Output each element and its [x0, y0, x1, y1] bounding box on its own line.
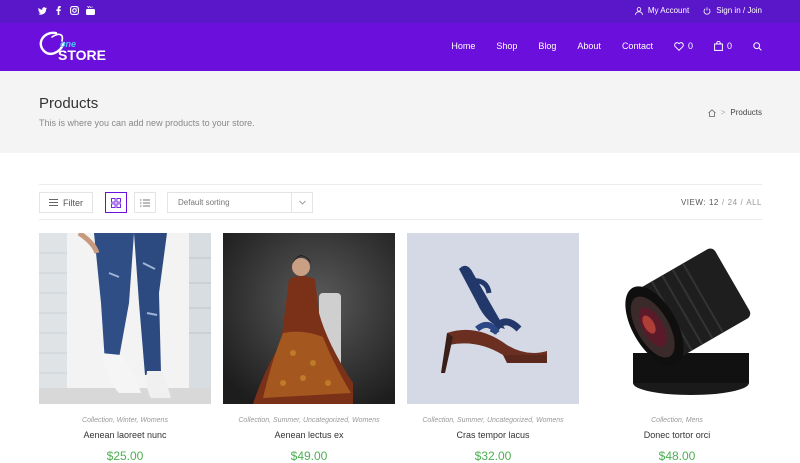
youtube-icon[interactable] — [86, 5, 95, 16]
filter-label: Filter — [63, 197, 83, 208]
product-categories[interactable]: Collection, Summer, Uncategorized, Women… — [223, 417, 395, 424]
sort-select[interactable]: Default sorting — [167, 192, 313, 213]
view-option-24[interactable]: 24 — [728, 198, 738, 207]
product-image[interactable] — [407, 233, 579, 404]
product-card[interactable]: Collection, Summer, Uncategorized, Women… — [407, 233, 579, 463]
power-icon — [703, 6, 711, 15]
product-name[interactable]: Aenean laoreet nunc — [39, 430, 211, 440]
heart-icon — [674, 41, 684, 51]
product-price: $49.00 — [290, 449, 328, 463]
product-card[interactable]: Collection, Winter, Womens Aenean laoree… — [39, 233, 211, 463]
product-name[interactable]: Cras tempor lacus — [407, 430, 579, 440]
site-logo[interactable]: one STORE — [38, 29, 118, 65]
main-nav: Home Shop Blog About Contact 0 0 — [430, 41, 762, 51]
nav-blog[interactable]: Blog — [538, 41, 556, 51]
view-label: VIEW: — [680, 198, 706, 207]
wishlist-button[interactable]: 0 — [674, 41, 693, 51]
search-icon — [753, 41, 762, 51]
breadcrumb-current: Products — [730, 108, 762, 117]
product-image[interactable] — [223, 233, 395, 404]
my-account-label: My Account — [647, 6, 690, 15]
cart-count: 0 — [726, 41, 732, 51]
sort-selected-label: Default sorting — [178, 198, 230, 207]
search-button[interactable] — [753, 41, 762, 51]
cart-button[interactable]: 0 — [714, 41, 732, 51]
product-categories[interactable]: Collection, Mens — [591, 417, 763, 424]
breadcrumb-separator: > — [720, 108, 726, 117]
grid-view-button[interactable] — [105, 192, 127, 213]
nav-shop[interactable]: Shop — [496, 41, 517, 51]
toolbar-bottom-divider — [39, 219, 762, 220]
twitter-icon[interactable] — [38, 5, 47, 16]
view-count-selector: VIEW: 12 / 24 / ALL — [681, 198, 762, 207]
svg-text:STORE: STORE — [58, 47, 106, 63]
home-icon[interactable] — [707, 108, 716, 117]
filter-button[interactable]: Filter — [39, 192, 93, 213]
page-title: Products — [39, 95, 99, 112]
nav-home[interactable]: Home — [451, 41, 475, 51]
toolbar-top-divider — [39, 184, 762, 185]
product-categories[interactable]: Collection, Winter, Womens — [39, 417, 211, 424]
main-header: one STORE Home Shop Blog About Contact 0… — [0, 23, 800, 71]
nav-contact[interactable]: Contact — [622, 41, 653, 51]
product-price: $25.00 — [106, 449, 144, 463]
list-icon — [140, 199, 150, 206]
instagram-icon[interactable] — [70, 5, 79, 16]
user-icon — [634, 6, 643, 15]
view-option-12[interactable]: 12 — [709, 198, 719, 207]
page-subtitle: This is where you can add new products t… — [39, 118, 255, 128]
view-separator: / — [721, 198, 725, 207]
sign-in-label: Sign in / Join — [716, 6, 762, 15]
shopping-bag-icon — [714, 41, 723, 51]
view-separator: / — [740, 198, 744, 207]
product-price: $48.00 — [658, 449, 696, 463]
view-option-all[interactable]: ALL — [746, 198, 762, 207]
filter-icon — [49, 199, 58, 206]
grid-icon — [111, 197, 121, 208]
product-image[interactable] — [39, 233, 211, 404]
product-name[interactable]: Aenean lectus ex — [223, 430, 395, 440]
breadcrumb: > Products — [707, 108, 762, 117]
product-card[interactable]: Collection, Summer, Uncategorized, Women… — [223, 233, 395, 463]
facebook-icon[interactable] — [54, 5, 63, 16]
product-image[interactable] — [591, 233, 763, 404]
top-bar: My Account Sign in / Join — [0, 0, 800, 23]
chevron-down-icon — [291, 193, 312, 212]
social-links — [38, 5, 95, 16]
product-card[interactable]: Collection, Mens Donec tortor orci $48.0… — [591, 233, 763, 463]
page-header: Products This is where you can add new p… — [0, 71, 800, 153]
product-price: $32.00 — [474, 449, 512, 463]
sign-in-link[interactable]: Sign in / Join — [703, 6, 762, 15]
product-name[interactable]: Donec tortor orci — [591, 430, 763, 440]
product-categories[interactable]: Collection, Summer, Uncategorized, Women… — [407, 417, 579, 424]
wishlist-count: 0 — [687, 41, 693, 51]
list-view-button[interactable] — [134, 192, 156, 213]
nav-about[interactable]: About — [577, 41, 601, 51]
my-account-link[interactable]: My Account — [634, 6, 690, 15]
